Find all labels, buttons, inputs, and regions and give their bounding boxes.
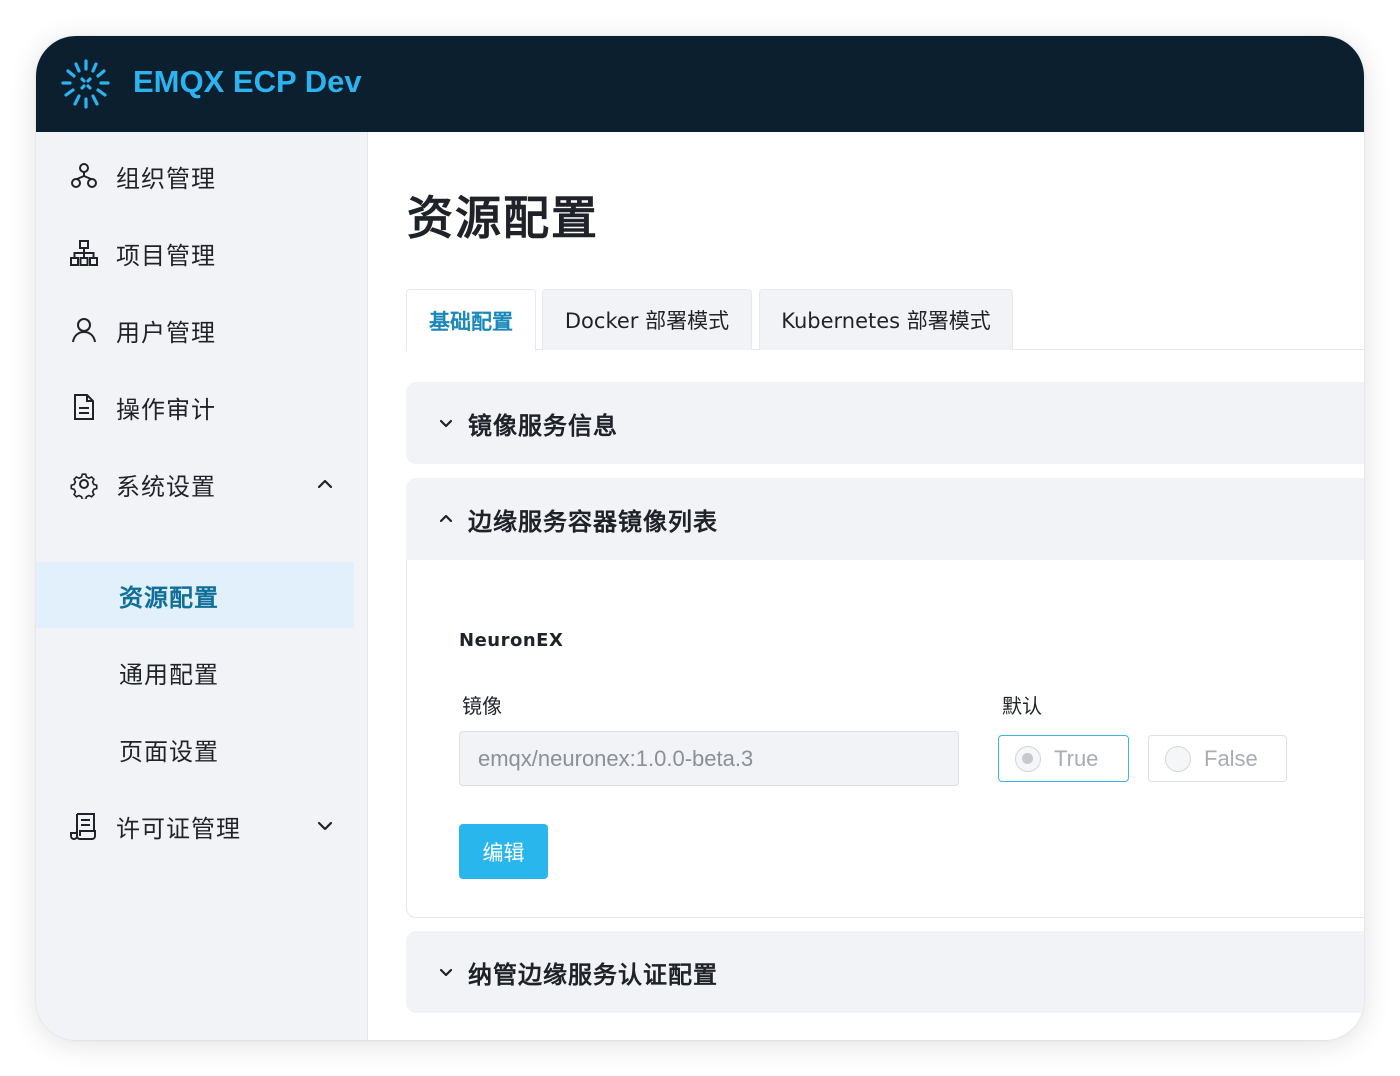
panel-edge-auth-config[interactable]: 纳管边缘服务认证配置: [406, 931, 1364, 1013]
panel-body-edge-image-list: NeuronEX 镜像 默认 True False 编辑: [406, 560, 1364, 918]
default-field-label: 默认: [1002, 694, 1042, 718]
radio-label: True: [1054, 745, 1099, 771]
sidebar-item-users[interactable]: 用户管理: [36, 297, 354, 363]
gear-icon: [70, 473, 98, 499]
app-window: EMQX ECP Dev 组织管理 项目管理 用户管理 操作审计 系统设置 资源…: [36, 36, 1364, 1040]
tab-bar: 基础配置 Docker 部署模式 Kubernetes 部署模式: [406, 289, 1364, 351]
panel-title: 纳管边缘服务认证配置: [468, 960, 718, 989]
sidebar-subitem-resource-config[interactable]: 资源配置: [36, 562, 354, 628]
radio-label: False: [1204, 745, 1258, 771]
panel-title: 镜像服务信息: [468, 411, 618, 440]
app-title: EMQX ECP Dev: [133, 64, 362, 99]
sidebar-item-audit[interactable]: 操作审计: [36, 374, 354, 440]
sidebar-item-projects[interactable]: 项目管理: [36, 220, 354, 286]
tab-kubernetes-mode[interactable]: Kubernetes 部署模式: [759, 289, 1013, 350]
sidebar-item-label: 系统设置: [116, 472, 216, 501]
sidebar-item-label: 操作审计: [116, 395, 216, 424]
chevron-up-icon: [439, 514, 453, 523]
image-field-label: 镜像: [462, 694, 502, 718]
tab-docker-mode[interactable]: Docker 部署模式: [542, 289, 752, 350]
sidebar-item-label: 项目管理: [116, 241, 216, 270]
radio-dot-icon: [1015, 745, 1041, 772]
sidebar-subitem-label: 资源配置: [119, 583, 219, 612]
panel-edge-image-list[interactable]: 边缘服务容器镜像列表: [406, 478, 1364, 560]
user-icon: [72, 318, 96, 343]
top-header: EMQX ECP Dev: [36, 36, 1364, 132]
chevron-up-icon: [317, 479, 333, 489]
main-content: 资源配置 基础配置 Docker 部署模式 Kubernetes 部署模式 镜像…: [369, 132, 1364, 1040]
chevron-down-icon: [317, 821, 333, 831]
panel-image-service-info[interactable]: 镜像服务信息: [406, 382, 1364, 464]
hierarchy-icon: [70, 240, 98, 266]
sidebar-subitem-page-settings[interactable]: 页面设置: [36, 716, 354, 782]
sidebar-item-label: 用户管理: [116, 318, 216, 347]
license-icon: [70, 813, 96, 840]
sidebar-item-system-settings[interactable]: 系统设置: [36, 451, 354, 517]
document-icon: [74, 394, 94, 420]
organization-icon: [71, 163, 97, 188]
chevron-down-icon: [439, 968, 453, 977]
image-entry-name: NeuronEX: [459, 630, 564, 651]
sidebar-subitem-general-config[interactable]: 通用配置: [36, 639, 354, 705]
page-title: 资源配置: [407, 191, 599, 245]
sidebar-item-label: 组织管理: [116, 164, 216, 193]
image-input[interactable]: [459, 731, 959, 786]
sidebar: 组织管理 项目管理 用户管理 操作审计 系统设置 资源配置 通用配置 页面设置 …: [36, 132, 368, 1040]
tab-basic-config[interactable]: 基础配置: [406, 289, 536, 351]
edit-button[interactable]: 编辑: [459, 824, 548, 879]
sidebar-subitem-label: 通用配置: [119, 660, 219, 689]
chevron-down-icon: [439, 419, 453, 428]
sidebar-item-organization[interactable]: 组织管理: [36, 143, 354, 209]
sidebar-item-label: 许可证管理: [116, 814, 241, 843]
default-true-radio[interactable]: True: [998, 735, 1129, 782]
sidebar-subitem-label: 页面设置: [119, 737, 219, 766]
sidebar-item-license[interactable]: 许可证管理: [36, 793, 354, 859]
burst-logo-icon: [61, 59, 110, 109]
default-false-radio[interactable]: False: [1148, 735, 1287, 782]
panel-title: 边缘服务容器镜像列表: [468, 507, 718, 536]
radio-dot-icon: [1165, 745, 1191, 772]
